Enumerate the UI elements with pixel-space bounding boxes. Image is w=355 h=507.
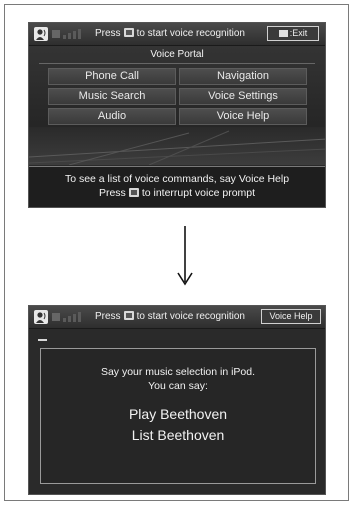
page-title: Voice Portal (150, 49, 204, 60)
command-example: Play Beethoven (128, 406, 228, 422)
text-cursor (38, 339, 47, 341)
status-bar: Press to start voice recognition :Exit (29, 23, 325, 46)
signal-strength-icon (52, 29, 81, 39)
navigation-button[interactable]: Navigation (179, 68, 307, 85)
status-message: Press to start voice recognition (95, 311, 245, 322)
music-search-button[interactable]: Music Search (48, 88, 176, 105)
hint-line-1: To see a list of voice commands, say Voi… (64, 173, 290, 185)
hint-line-2: Press to interrupt voice prompt (29, 187, 325, 199)
hint-box: To see a list of voice commands, say Voi… (29, 166, 325, 207)
talk-button-icon (123, 311, 134, 320)
down-arrow-icon (177, 226, 193, 286)
voice-help-button[interactable]: Voice Help (261, 309, 321, 324)
title-divider (39, 63, 315, 64)
signal-strength-icon (52, 312, 81, 322)
prompt-press: Press (95, 28, 121, 39)
audio-button[interactable]: Audio (48, 108, 176, 125)
voice-help-button[interactable]: Voice Help (179, 108, 307, 125)
background-road-graphic (29, 127, 325, 165)
back-icon (278, 30, 288, 37)
hint-rest: to interrupt voice prompt (141, 187, 256, 199)
talk-button-icon (123, 28, 134, 37)
voice-recognition-icon (34, 27, 48, 41)
exit-label: :Exit (289, 28, 308, 38)
talk-button-icon (128, 188, 139, 197)
hint-press: Press (98, 187, 126, 199)
voice-settings-button[interactable]: Voice Settings (179, 88, 307, 105)
voice-recognition-icon (34, 310, 48, 324)
manual-figure: Press to start voice recognition :Exit Vo… (4, 4, 349, 501)
exit-button[interactable]: :Exit (267, 26, 319, 41)
prompt-press: Press (95, 311, 121, 322)
status-bar: Press to start voice recognition Voice He… (29, 306, 325, 329)
prompt-rest: to start voice recognition (136, 311, 245, 322)
status-message: Press to start voice recognition (95, 28, 245, 39)
phone-call-button[interactable]: Phone Call (48, 68, 176, 85)
message-line-1: Say your music selection in iPod. (100, 366, 256, 378)
message-panel: Say your music selection in iPod. You ca… (40, 348, 316, 484)
voice-portal-screen: Press to start voice recognition :Exit Vo… (28, 22, 326, 208)
music-search-screen: Press to start voice recognition Voice He… (28, 305, 326, 495)
prompt-rest: to start voice recognition (136, 28, 245, 39)
command-example: List Beethoven (131, 427, 225, 443)
message-line-2: You can say: (148, 380, 208, 392)
